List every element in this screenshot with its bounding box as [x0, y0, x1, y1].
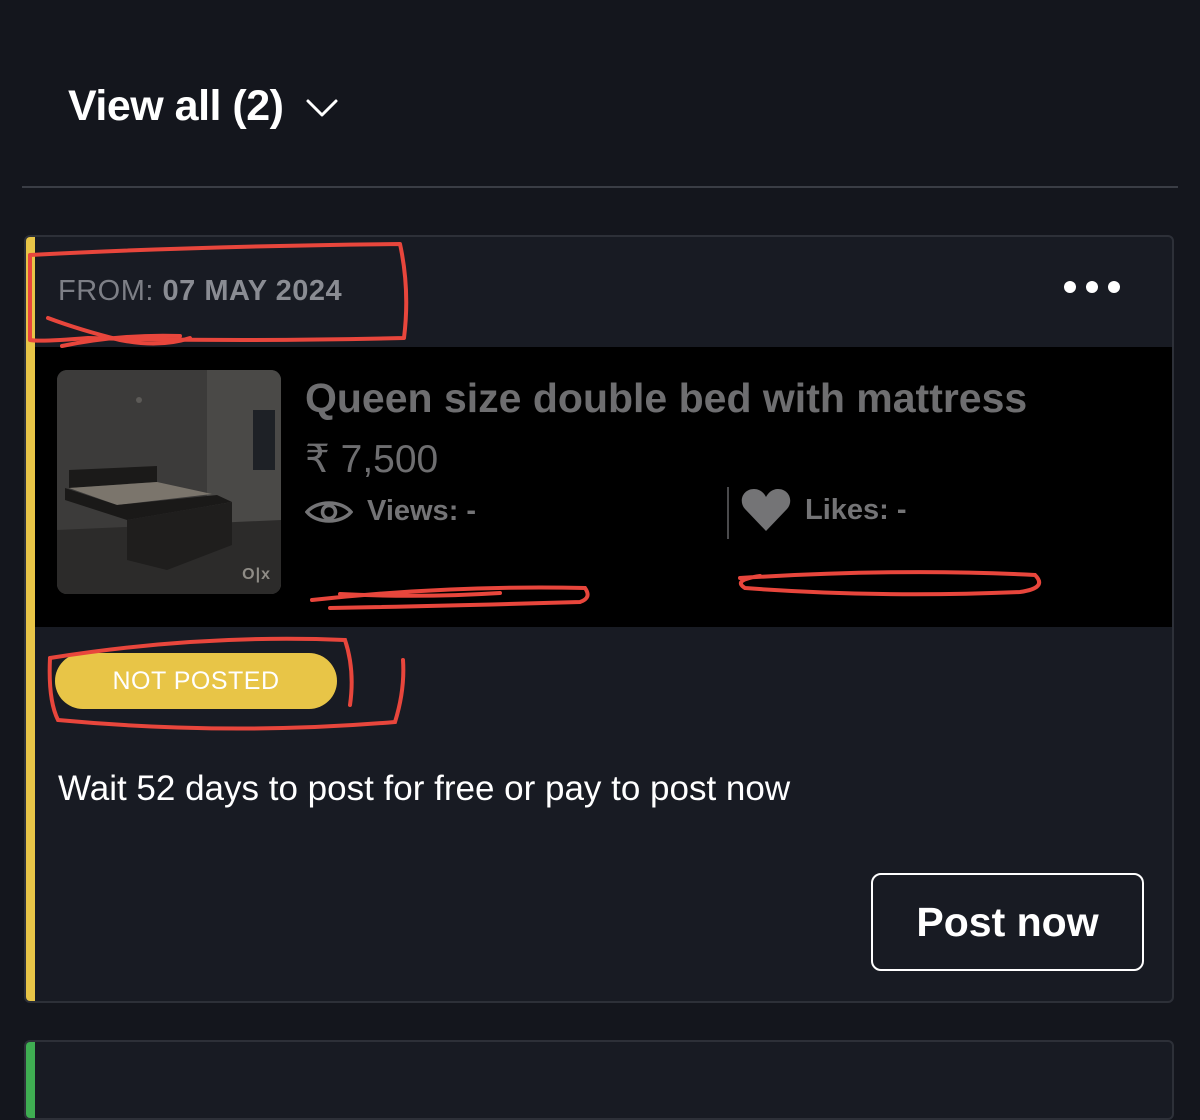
more-options-button[interactable]	[1064, 281, 1120, 293]
listing-card: FROM: 07 MAY 2024 O|x Queen size double …	[24, 235, 1174, 1003]
chevron-down-icon	[306, 99, 338, 116]
post-wait-message: Wait 52 days to post for free or pay to …	[58, 769, 791, 808]
views-stat: Views: -	[305, 495, 476, 528]
view-all-label: View all (2)	[68, 82, 284, 130]
bed-photo	[57, 370, 281, 594]
card-status-accent	[26, 1042, 35, 1118]
next-listing-card	[24, 1040, 1174, 1120]
views-label: Views: -	[367, 495, 477, 527]
listing-thumbnail[interactable]: O|x	[57, 370, 281, 594]
from-date-line: FROM: 07 MAY 2024	[58, 275, 342, 308]
more-dot-icon	[1064, 281, 1076, 293]
listing-summary[interactable]: O|x Queen size double bed with mattress …	[35, 347, 1172, 627]
listing-price: ₹ 7,500	[305, 438, 439, 481]
from-date: 07 MAY 2024	[162, 275, 343, 307]
stat-separator	[727, 487, 729, 539]
card-status-accent	[26, 237, 35, 1001]
likes-label: Likes: -	[805, 493, 907, 526]
section-divider	[22, 186, 1178, 188]
more-dot-icon	[1086, 281, 1098, 293]
listing-title[interactable]: Queen size double bed with mattress	[305, 375, 1027, 422]
more-dot-icon	[1108, 281, 1120, 293]
from-prefix: FROM:	[58, 275, 154, 307]
eye-icon	[305, 500, 353, 523]
view-all-toggle[interactable]: View all (2)	[68, 82, 339, 131]
status-badge: NOT POSTED	[55, 653, 337, 709]
heart-icon	[741, 489, 791, 531]
thumb-watermark: O|x	[242, 566, 271, 583]
post-now-button[interactable]: Post now	[871, 873, 1144, 971]
likes-stat: Likes: -	[741, 487, 907, 533]
